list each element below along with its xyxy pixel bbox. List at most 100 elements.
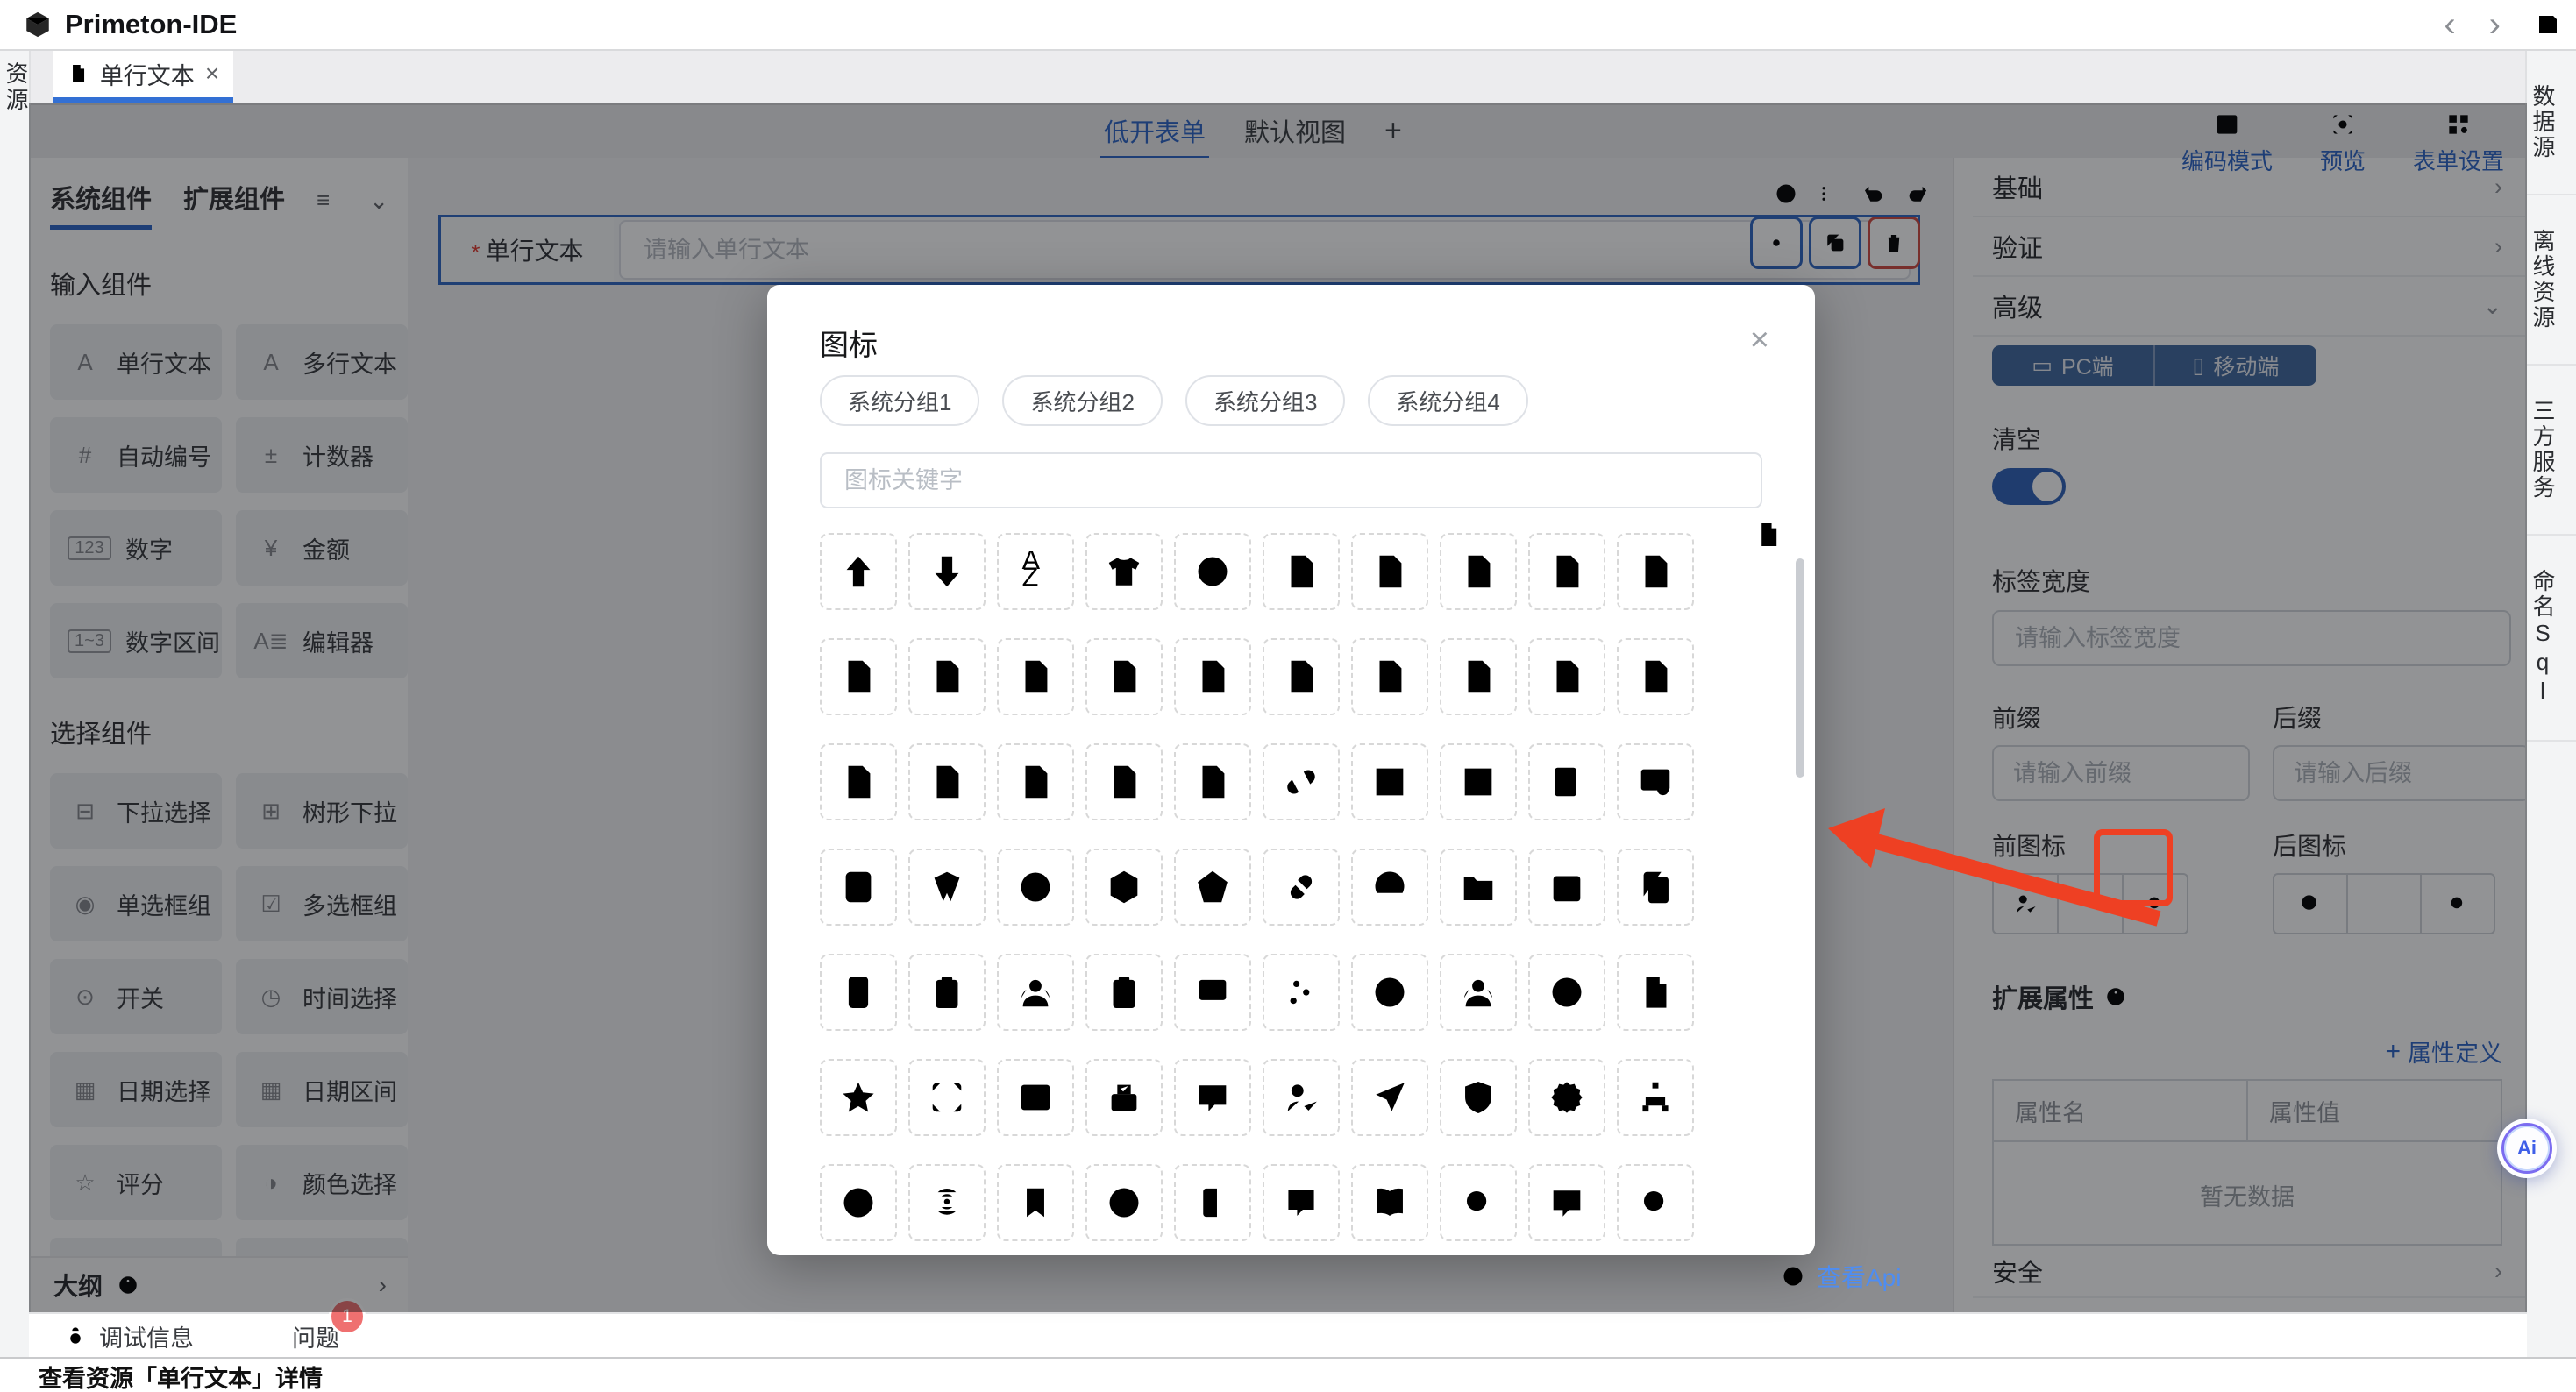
rail-item-resources[interactable]: 资源 [0, 61, 32, 114]
grid-icon-hexagon[interactable] [1085, 849, 1163, 926]
grid-icon-shape[interactable] [908, 849, 986, 926]
rail-item-数据源[interactable]: 数据源 [2527, 51, 2576, 195]
grid-icon-square[interactable] [1351, 743, 1428, 820]
grid-icon-file[interactable] [1263, 638, 1340, 715]
bug-icon [62, 1324, 89, 1350]
grid-icon-screen-gear[interactable] [1617, 743, 1694, 820]
grid-icon-gauge[interactable] [1351, 849, 1428, 926]
grid-icon-inbox-check[interactable] [1085, 1059, 1163, 1136]
grid-icon-clock[interactable] [1351, 954, 1428, 1031]
grid-icon-user-clock[interactable] [997, 954, 1074, 1031]
file-page-icon[interactable] [1754, 520, 1783, 550]
grid-icon-bookmark-plus[interactable] [997, 1164, 1074, 1241]
grid-icon-user-check[interactable] [1263, 1059, 1340, 1136]
debug-info-button[interactable]: 调试信息 [62, 1319, 194, 1353]
problems-button[interactable]: 问题 1 [255, 1319, 339, 1353]
grid-icon-file-image[interactable] [1085, 743, 1163, 820]
grid-icon-file[interactable] [997, 743, 1074, 820]
tab-single-line-text[interactable]: 单行文本 × [53, 49, 233, 98]
grid-icon-play-search[interactable] [1617, 1164, 1694, 1241]
group-tab-系统分组1[interactable]: 系统分组1 [820, 375, 979, 426]
grid-icon-badge-check[interactable] [1528, 1059, 1605, 1136]
grid-icon-file-text[interactable] [1617, 638, 1694, 715]
grid-icon-doc[interactable] [1617, 954, 1694, 1031]
grid-icon-monitor[interactable] [1174, 954, 1251, 1031]
ai-assistant-button[interactable]: Ai [2497, 1119, 2557, 1178]
grid-icon-square[interactable] [1440, 743, 1517, 820]
modal-close-icon[interactable]: × [1750, 323, 1769, 357]
grid-icon-file-text[interactable] [1085, 638, 1163, 715]
modal-scrollbar[interactable] [1796, 548, 1804, 1249]
grid-icon-file-text[interactable] [997, 638, 1074, 715]
grid-icon-sliders[interactable] [1263, 954, 1340, 1031]
debug-bar: 调试信息 问题 1 [29, 1312, 2527, 1359]
group-tab-系统分组2[interactable]: 系统分组2 [1002, 375, 1162, 426]
grid-icon-play-circle[interactable] [1174, 533, 1251, 610]
grid-icon-sort-az[interactable] [997, 533, 1074, 610]
grid-icon-file[interactable] [1351, 533, 1428, 610]
grid-icon-file[interactable] [1528, 533, 1605, 610]
view-api-link[interactable]: 查看Api [1780, 1259, 1901, 1294]
app-title: Primeton-IDE [65, 9, 237, 40]
grid-icon-yen-card[interactable] [820, 849, 897, 926]
grid-icon-link-broken[interactable] [1263, 743, 1340, 820]
grid-icon-notebook[interactable] [1528, 743, 1605, 820]
rail-item-三方服务[interactable]: 三方服务 [2527, 366, 2576, 536]
grid-icon-ban[interactable] [1085, 1164, 1163, 1241]
tab-close-icon[interactable]: × [205, 60, 219, 88]
grid-icon-copy-list[interactable] [1617, 849, 1694, 926]
grid-icon-file[interactable] [1263, 533, 1340, 610]
grid-icon-logout[interactable] [1174, 1164, 1251, 1241]
grid-icon-clipboard[interactable] [908, 954, 986, 1031]
grid-icon-play-fill[interactable] [1528, 954, 1605, 1031]
rail-item-离线资源[interactable]: 离线资源 [2527, 195, 2576, 366]
grid-icon-file[interactable] [1351, 638, 1428, 715]
grid-icon-arrow-up[interactable] [820, 533, 897, 610]
grid-icon-file-text[interactable] [1174, 638, 1251, 715]
grid-icon-phone-list[interactable] [820, 954, 897, 1031]
grid-icon-users[interactable] [1440, 954, 1517, 1031]
save-icon[interactable] [2534, 11, 2562, 39]
grid-icon-message-dots[interactable] [1174, 1059, 1251, 1136]
nav-forward-button[interactable]: › [2489, 7, 2501, 42]
grid-icon-file[interactable] [1440, 533, 1517, 610]
grid-icon-file[interactable] [908, 743, 986, 820]
grid-icon-file[interactable] [1440, 638, 1517, 715]
icon-search-input[interactable] [820, 452, 1762, 508]
rail-item-命名Sql[interactable]: 命名Sql [2527, 536, 2576, 742]
status-text: 查看资源「单行文本」详情 [39, 1360, 323, 1392]
grid-icon-link[interactable] [1263, 849, 1340, 926]
title-bar: Primeton-IDE ‹ › [0, 0, 2576, 51]
grid-icon-message-circle[interactable] [1528, 1164, 1605, 1241]
grid-icon-file[interactable] [1174, 743, 1251, 820]
grid-icon-file[interactable] [908, 638, 986, 715]
grid-icon-file-text[interactable] [820, 638, 897, 715]
grid-icon-book[interactable] [1351, 1164, 1428, 1241]
nav-back-button[interactable]: ‹ [2444, 7, 2455, 42]
grid-icon-podcast[interactable] [908, 1164, 986, 1241]
grid-icon-scan[interactable] [908, 1059, 986, 1136]
grid-icon-sitemap[interactable] [1617, 1059, 1694, 1136]
grid-icon-calendar[interactable] [1528, 849, 1605, 926]
grid-icon-gem[interactable] [1174, 849, 1251, 926]
modal-title: 图标 [820, 322, 878, 364]
grid-icon-clock[interactable] [820, 1164, 897, 1241]
grid-icon-message-lines[interactable] [1263, 1164, 1340, 1241]
grid-icon-file[interactable] [1617, 533, 1694, 610]
grid-icon-arrow-down[interactable] [908, 533, 986, 610]
grid-icon-file[interactable] [820, 743, 897, 820]
grid-icon-photo[interactable] [997, 1059, 1074, 1136]
grid-icon-shield[interactable] [1440, 1059, 1517, 1136]
icon-group-tabs: 系统分组1 系统分组2 系统分组3 系统分组4 [820, 375, 1528, 426]
grid-icon-clipboard-clock[interactable] [1085, 954, 1163, 1031]
app-logo-icon [23, 10, 53, 39]
grid-icon-tshirt[interactable] [1085, 533, 1163, 610]
grid-icon-wave-circle[interactable] [997, 849, 1074, 926]
grid-icon-send[interactable] [1351, 1059, 1428, 1136]
grid-icon-file[interactable] [1528, 638, 1605, 715]
grid-icon-folder-list[interactable] [1440, 849, 1517, 926]
grid-icon-star[interactable] [820, 1059, 897, 1136]
group-tab-系统分组4[interactable]: 系统分组4 [1368, 375, 1527, 426]
group-tab-系统分组3[interactable]: 系统分组3 [1185, 375, 1345, 426]
grid-icon-search[interactable] [1440, 1164, 1517, 1241]
